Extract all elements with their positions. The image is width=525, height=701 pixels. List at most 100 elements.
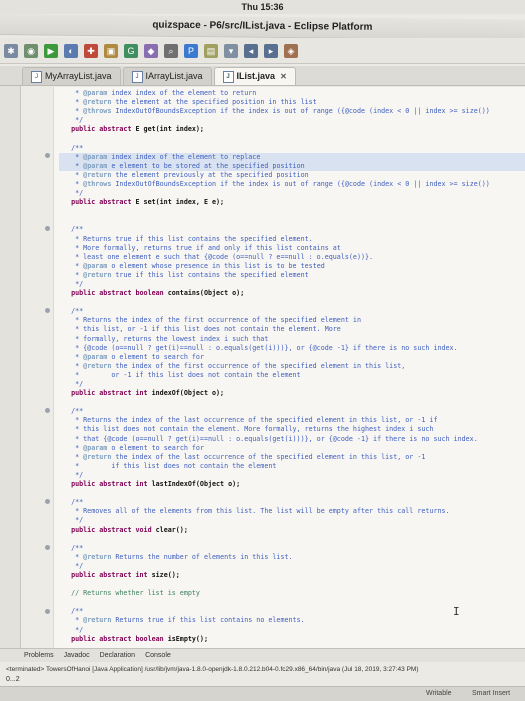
code-line[interactable]: */	[59, 380, 525, 389]
code-line[interactable]: */	[59, 116, 525, 125]
next-annotation-icon[interactable]: ▾	[224, 43, 238, 58]
code-line[interactable]	[59, 535, 525, 544]
code-line[interactable]: * @param o element whose presence in thi…	[59, 262, 525, 271]
code-line[interactable]: */	[59, 280, 525, 289]
code-line[interactable]: * that {@code (o==null ? get(i)==null : …	[59, 435, 525, 444]
code-text[interactable]: * @param index index of the element to r…	[59, 89, 525, 648]
search-icon[interactable]: ⌕	[164, 43, 178, 58]
code-token: * Returns the index of the last occurren…	[59, 416, 438, 425]
code-line[interactable]: * @throws IndexOutOfBoundsException if t…	[59, 107, 525, 116]
annotation-icon[interactable]: ▤	[204, 43, 218, 58]
code-line[interactable]: * formally, returns the lowest index i s…	[59, 335, 525, 344]
code-line[interactable]: * Returns true if this list contains the…	[59, 235, 525, 244]
code-token: E set(int index, E e);	[135, 198, 225, 207]
external-tools-icon[interactable]: ✚	[84, 43, 98, 58]
code-line[interactable]: public abstract void clear();	[59, 526, 525, 535]
code-line[interactable]: */	[59, 562, 525, 571]
tab-iarraylist[interactable]: J IArrayList.java	[122, 67, 212, 85]
code-line[interactable]: * or -1 if this list does not contain th…	[59, 371, 525, 380]
code-line[interactable]: public abstract boolean isEmpty();	[59, 635, 525, 644]
code-line[interactable]: public abstract int indexOf(Object o);	[59, 389, 525, 398]
code-line[interactable]: * @param o element to search for	[59, 444, 525, 453]
code-line[interactable]: * this list does not contain the element…	[59, 425, 525, 434]
code-line[interactable]: /**	[59, 144, 525, 153]
code-token: *	[59, 261, 84, 270]
fold-marker-icon[interactable]	[45, 308, 50, 313]
code-line[interactable]: * @param index index of the element to r…	[59, 89, 525, 98]
code-line[interactable]: * Returns the index of the first occurre…	[59, 316, 525, 325]
code-line[interactable]: * @throws IndexOutOfBoundsException if t…	[59, 180, 525, 189]
code-line[interactable]	[59, 398, 525, 407]
new-package-icon[interactable]: ▣	[104, 43, 118, 58]
code-line[interactable]: /**	[59, 225, 525, 234]
code-line[interactable]	[59, 489, 525, 498]
code-line[interactable]: * More formally, returns true if and onl…	[59, 244, 525, 253]
code-line[interactable]: public abstract E set(int index, E e);	[59, 198, 525, 207]
insert-mode-status: Smart Insert	[472, 690, 511, 697]
code-line[interactable]	[59, 134, 525, 143]
code-line[interactable]: /**	[59, 544, 525, 553]
settings-icon[interactable]: ✱	[4, 43, 18, 58]
code-token: // Returns whether list is empty	[59, 589, 200, 598]
fold-marker-icon[interactable]	[45, 609, 50, 614]
tab-label: IList.java	[236, 71, 276, 81]
run-icon[interactable]: ▶	[44, 43, 58, 58]
code-line[interactable]: * if this list does not contain the elem…	[59, 462, 525, 471]
code-token: * More formally, returns true if and onl…	[59, 243, 341, 252]
code-line[interactable]: * Removes all of the elements from this …	[59, 507, 525, 516]
code-line[interactable]: public abstract int size();	[59, 571, 525, 580]
code-line[interactable]	[59, 216, 525, 225]
code-line[interactable]	[59, 580, 525, 589]
code-line[interactable]: * @return the index of the last occurren…	[59, 453, 525, 462]
perspective-icon[interactable]: ◈	[284, 43, 298, 58]
new-class-icon[interactable]: G	[124, 43, 138, 58]
tab-console[interactable]: Console	[145, 649, 171, 662]
debug-icon[interactable]: ◉	[24, 43, 38, 58]
code-line[interactable]: * this list, or -1 if this list does not…	[59, 325, 525, 334]
code-line[interactable]: * least one element e such that {@code (…	[59, 253, 525, 262]
code-token: *	[59, 179, 84, 188]
code-editor[interactable]: * @param index index of the element to r…	[21, 87, 525, 648]
close-icon[interactable]: ✕	[280, 68, 287, 85]
forward-icon[interactable]: ▸	[264, 43, 278, 58]
code-line[interactable]: * @return the element at the specified p…	[59, 98, 525, 107]
code-line[interactable]: /**	[59, 307, 525, 316]
coverage-icon[interactable]: ◐	[64, 43, 78, 58]
code-line[interactable]: public abstract int lastIndexOf(Object o…	[59, 480, 525, 489]
fold-marker-icon[interactable]	[45, 153, 50, 158]
tab-declaration[interactable]: Declaration	[100, 649, 135, 662]
code-line[interactable]: */	[59, 626, 525, 635]
code-line[interactable]: */	[59, 516, 525, 525]
code-line[interactable]: // Returns whether list is empty	[59, 589, 525, 598]
code-line[interactable]	[59, 298, 525, 307]
code-line[interactable]: public abstract E get(int index);	[59, 125, 525, 134]
fold-marker-icon[interactable]	[45, 408, 50, 413]
tab-myarraylist[interactable]: J MyArrayList.java	[22, 67, 121, 85]
code-line[interactable]: * @param index index of the element to r…	[59, 152, 525, 162]
code-line[interactable]: /**	[59, 407, 525, 416]
code-line[interactable]: public abstract boolean contains(Object …	[59, 289, 525, 298]
tab-problems[interactable]: Problems	[24, 649, 54, 662]
tab-ilist[interactable]: J IList.java ✕	[213, 67, 296, 85]
pin-icon[interactable]: P	[184, 43, 198, 58]
code-line[interactable]: */	[59, 189, 525, 198]
code-line[interactable]: * @return the element previously at the …	[59, 171, 525, 180]
code-line[interactable]: * @return true if this list contains the…	[59, 271, 525, 280]
code-line[interactable]: * @param e element to be stored at the s…	[59, 161, 525, 171]
fold-marker-icon[interactable]	[45, 545, 50, 550]
code-line[interactable]	[59, 207, 525, 216]
code-line[interactable]: * {@code (o==null ? get(i)==null : o.equ…	[59, 344, 525, 353]
code-line[interactable]: * Returns the index of the last occurren…	[59, 416, 525, 425]
code-line[interactable]: /**	[59, 498, 525, 507]
code-token: */	[59, 470, 84, 479]
tab-javadoc[interactable]: Javadoc	[64, 649, 90, 662]
code-line[interactable]: */	[59, 471, 525, 480]
code-token: * this list, or -1 if this list does not…	[59, 325, 341, 334]
back-icon[interactable]: ◂	[244, 43, 258, 58]
code-line[interactable]: * @param o element to search for	[59, 353, 525, 362]
open-type-icon[interactable]: ◆	[144, 43, 158, 58]
code-line[interactable]: * @return the index of the first occurre…	[59, 362, 525, 371]
code-line[interactable]: * @return Returns the number of elements…	[59, 553, 525, 562]
fold-marker-icon[interactable]	[45, 499, 50, 504]
fold-marker-icon[interactable]	[45, 226, 50, 231]
